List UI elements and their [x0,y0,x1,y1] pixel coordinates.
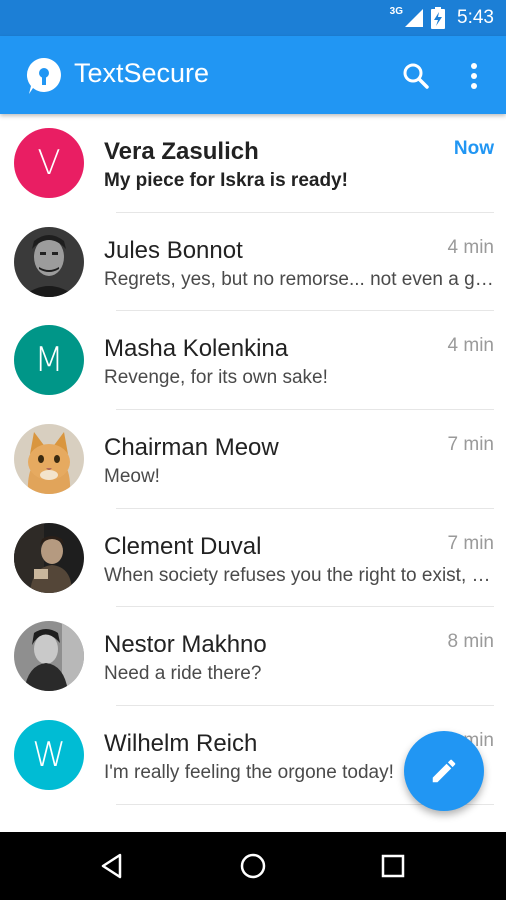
contact-photo [14,621,84,692]
conversation-row-masha-kolenkina[interactable]: M Masha Kolenkina 4 min Revenge, for its… [0,311,506,411]
contact-photo [14,226,84,297]
message-snippet: Meow! [104,466,160,488]
message-snippet: Need a ride there? [104,663,262,685]
pencil-icon [432,759,456,783]
home-icon [240,853,266,879]
avatar [14,522,84,593]
recents-button[interactable] [373,846,413,886]
app-bar: TextSecure [0,36,506,114]
conversation-row-chairman-meow[interactable]: Chairman Meow 7 min Meow! [0,410,506,509]
signal-icon [405,9,424,27]
avatar-initial: W [32,735,66,776]
message-time: 7 min [447,532,494,554]
navigation-bar [0,832,506,900]
avatar [14,424,84,495]
message-snippet: Regrets, yes, but no remorse... not even… [104,268,494,290]
app-title: TextSecure [74,58,210,88]
network-type: 3G [389,5,404,17]
conversation-list: V Vera Zasulich Now My piece for Iskra i… [0,114,506,832]
avatar-initial: V [37,143,61,183]
contact-name: Nestor Makhno [104,631,267,659]
avatar [14,226,84,297]
conversation-row-vera-zasulich[interactable]: V Vera Zasulich Now My piece for Iskra i… [0,114,506,213]
compose-button[interactable] [404,731,484,811]
home-button[interactable] [233,846,273,886]
contact-photo [14,424,84,495]
contact-name: Jules Bonnot [104,236,243,264]
avatar: M [14,325,84,396]
contact-name: Masha Kolenkina [104,335,289,363]
message-snippet: When society refuses you the right to ex… [104,564,494,586]
recents-icon [381,854,405,878]
status-time: 5:43 [457,7,494,28]
status-bar: 3G 5:43 [0,0,506,36]
avatar [14,621,84,692]
textsecure-logo-icon [26,57,61,94]
contact-name: Chairman Meow [104,434,279,462]
back-button[interactable] [92,846,132,886]
message-time: 8 min [447,631,494,653]
conversation-row-clement-duval[interactable]: Clement Duval 7 min When society refuses… [0,509,506,608]
message-time: 4 min [447,236,494,258]
message-snippet: Revenge, for its own sake! [104,367,328,389]
conversation-row-jules-bonnot[interactable]: Jules Bonnot 4 min Regrets, yes, but no … [0,213,506,312]
overflow-menu-icon[interactable] [462,60,486,92]
message-snippet: My piece for Iskra is ready! [104,170,348,191]
contact-name: Wilhelm Reich [104,730,258,758]
avatar: V [14,128,84,198]
contact-name: Clement Duval [104,532,262,560]
battery-icon [431,7,446,29]
message-time: 4 min [447,335,494,357]
avatar-initial: M [34,340,64,381]
contact-photo [14,522,84,593]
contact-name: Vera Zasulich [104,138,259,165]
conversation-row-nestor-makhno[interactable]: Nestor Makhno 8 min Need a ride there? [0,607,506,707]
message-time: Now [453,138,494,159]
message-time: 7 min [447,434,494,456]
avatar: W [14,720,84,791]
back-icon [101,853,122,879]
search-icon[interactable] [400,60,432,92]
